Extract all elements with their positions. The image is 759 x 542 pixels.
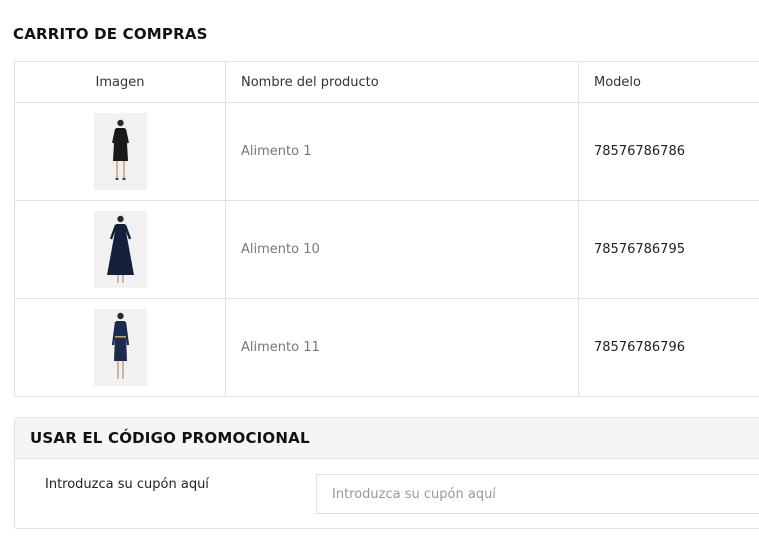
navy-belted-dress-image (93, 309, 147, 386)
cart-table: Imagen Nombre del producto Modelo Alimen… (14, 61, 759, 397)
product-thumbnail[interactable] (93, 113, 147, 190)
promo-panel-title: USAR EL CÓDIGO PROMOCIONAL (30, 429, 310, 447)
table-row: Alimento 10 78576786795 (14, 200, 759, 299)
coupon-input[interactable] (316, 474, 759, 514)
product-thumbnail[interactable] (93, 211, 147, 288)
column-header-model: Modelo (578, 61, 759, 103)
navy-maxi-dress-image (93, 211, 147, 288)
column-header-name: Nombre del producto (225, 61, 579, 103)
product-name[interactable]: Alimento 10 (225, 200, 579, 299)
page-title: CARRITO DE COMPRAS (13, 25, 208, 43)
black-dress-image (93, 113, 147, 190)
product-model: 78576786796 (578, 298, 759, 397)
table-header-row: Imagen Nombre del producto Modelo (14, 61, 759, 103)
coupon-label: Introduzca su cupón aquí (45, 477, 209, 492)
table-row: Alimento 1 78576786786 (14, 102, 759, 201)
promo-code-panel: USAR EL CÓDIGO PROMOCIONAL Introduzca su… (14, 417, 759, 529)
product-thumbnail[interactable] (93, 309, 147, 386)
product-name[interactable]: Alimento 11 (225, 298, 579, 397)
promo-panel-header[interactable]: USAR EL CÓDIGO PROMOCIONAL (15, 418, 759, 459)
product-image-cell (14, 102, 226, 201)
product-model: 78576786795 (578, 200, 759, 299)
product-image-cell (14, 200, 226, 299)
column-header-image: Imagen (14, 61, 226, 103)
product-model: 78576786786 (578, 102, 759, 201)
table-row: Alimento 11 78576786796 (14, 298, 759, 397)
product-image-cell (14, 298, 226, 397)
shopping-cart-page: CARRITO DE COMPRAS Imagen Nombre del pro… (0, 0, 759, 542)
product-name[interactable]: Alimento 1 (225, 102, 579, 201)
